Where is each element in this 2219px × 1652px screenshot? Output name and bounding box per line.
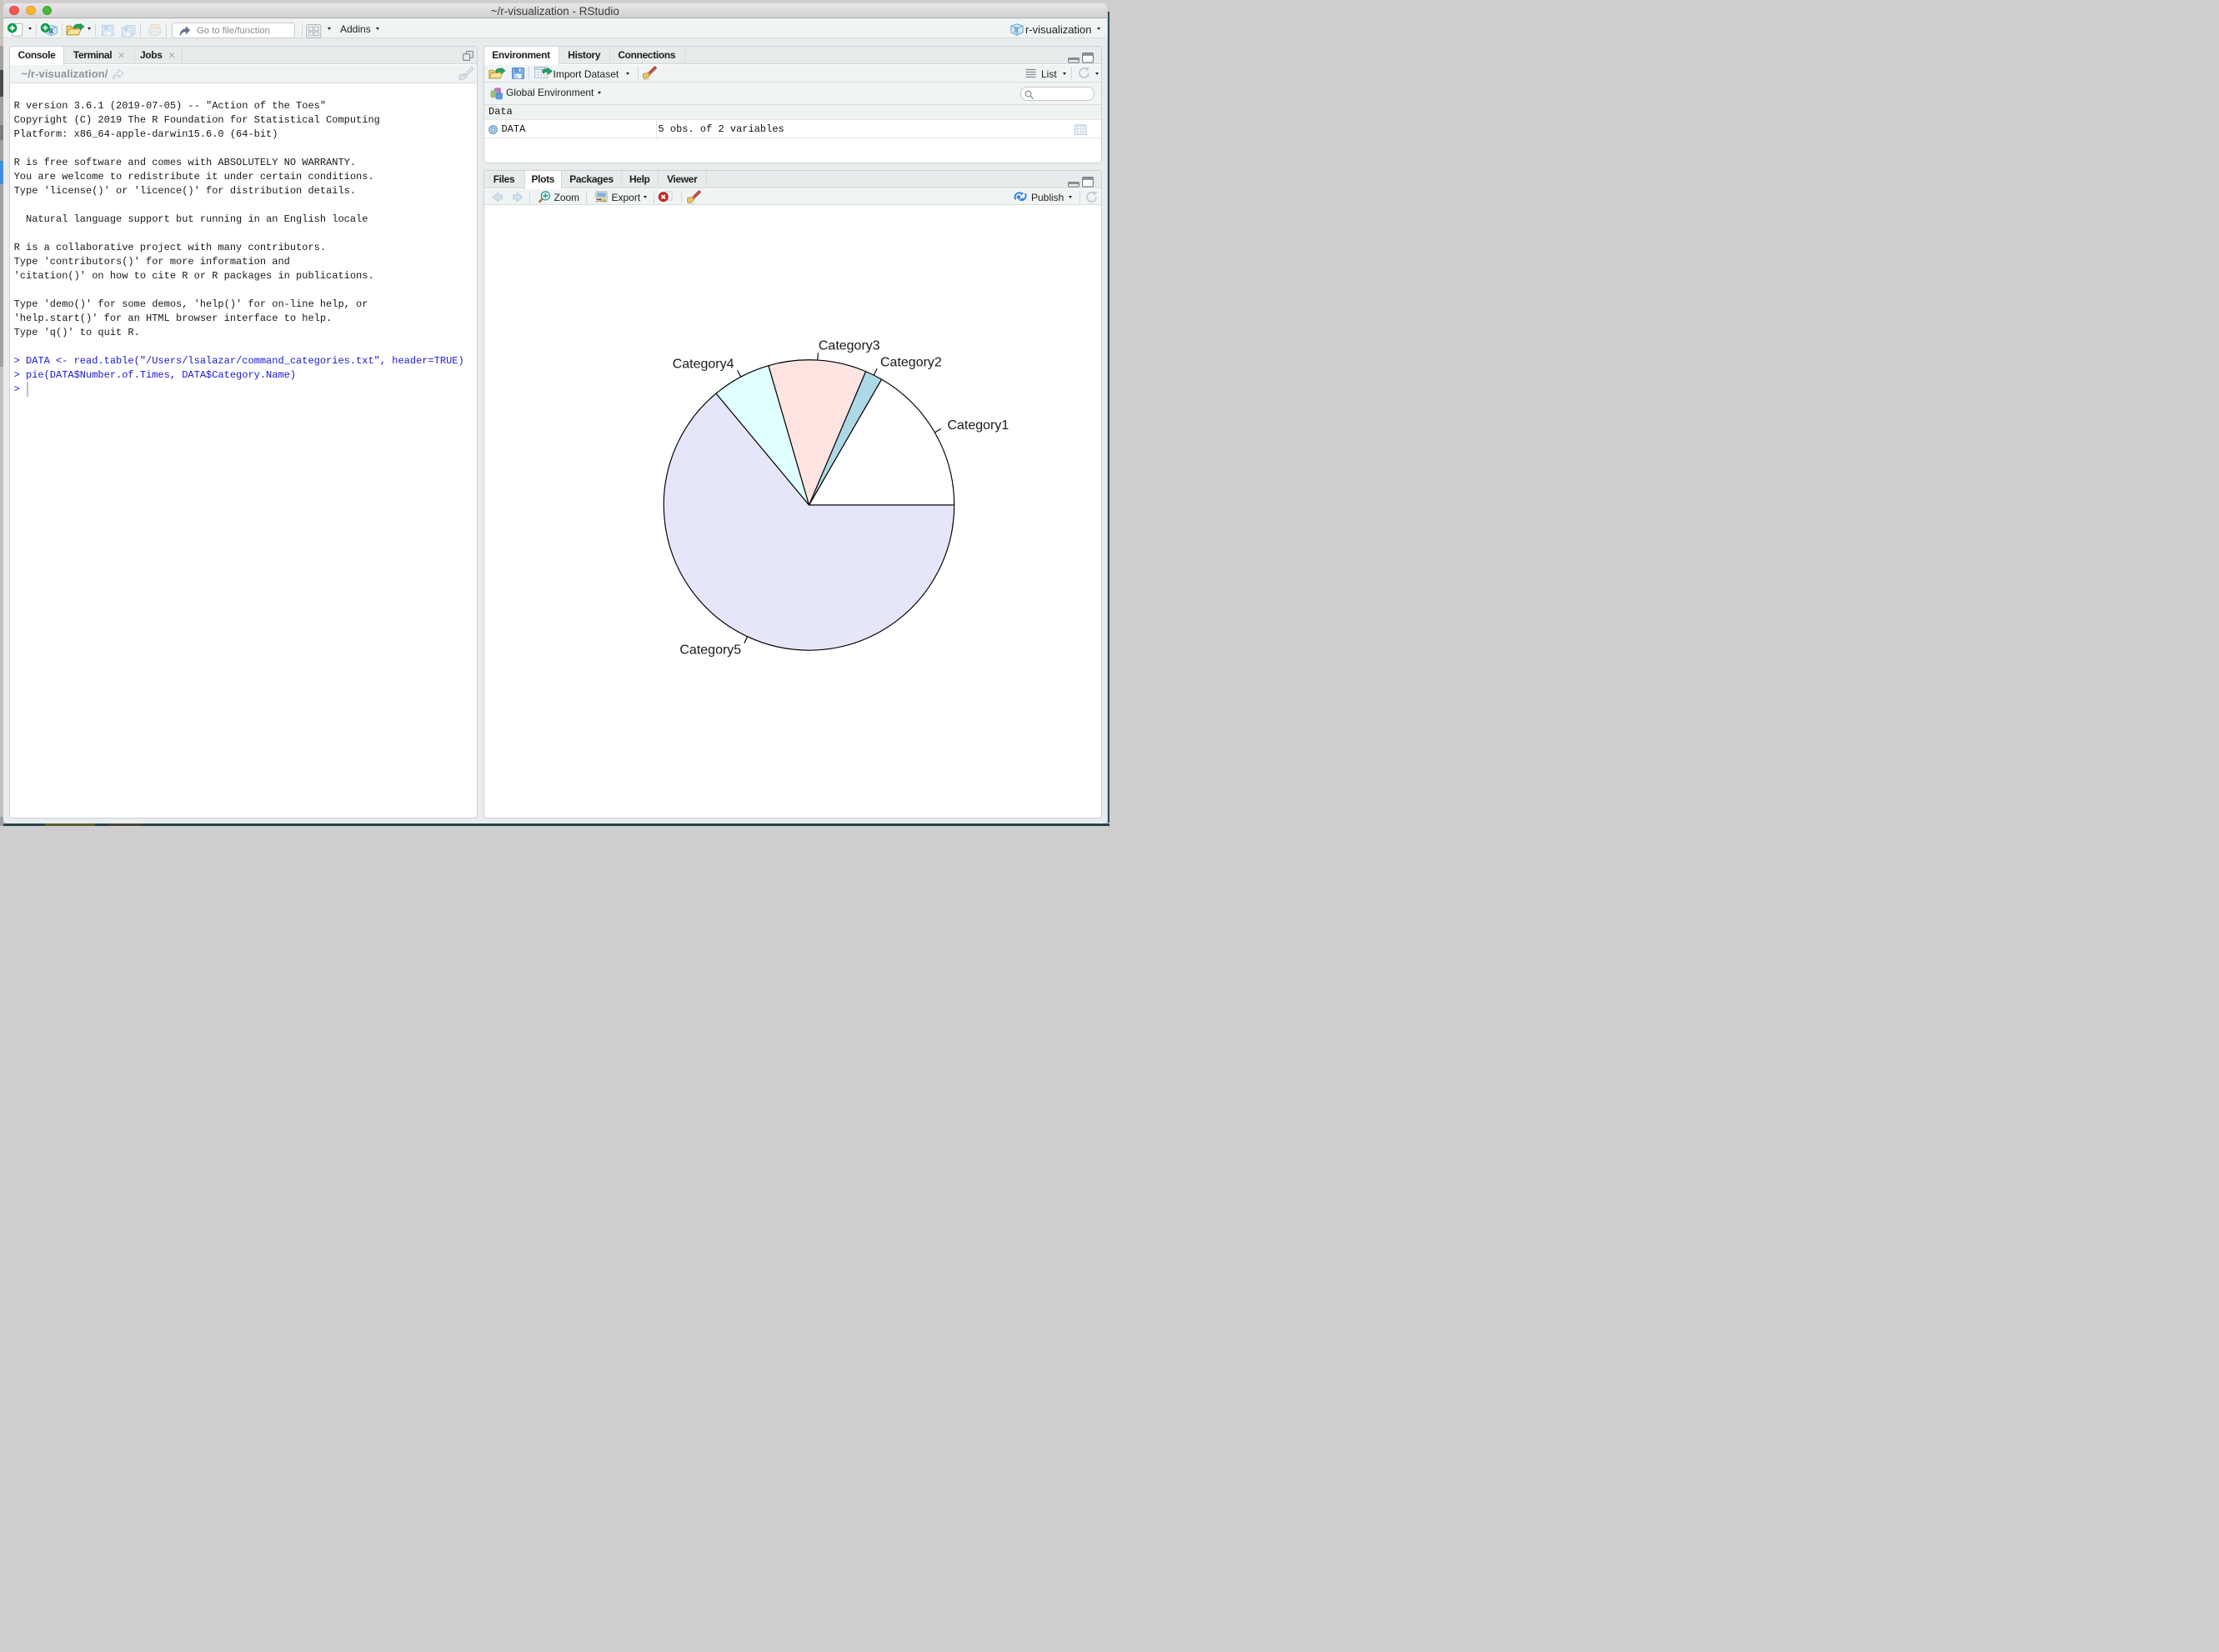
svg-text:Category1: Category1 bbox=[947, 418, 1009, 433]
svg-text:Category4: Category4 bbox=[672, 358, 734, 372]
svg-text:Category2: Category2 bbox=[880, 356, 942, 370]
svg-text:R: R bbox=[1014, 26, 1019, 34]
svg-text:Category5: Category5 bbox=[679, 643, 741, 658]
svg-text:Category3: Category3 bbox=[818, 339, 879, 353]
